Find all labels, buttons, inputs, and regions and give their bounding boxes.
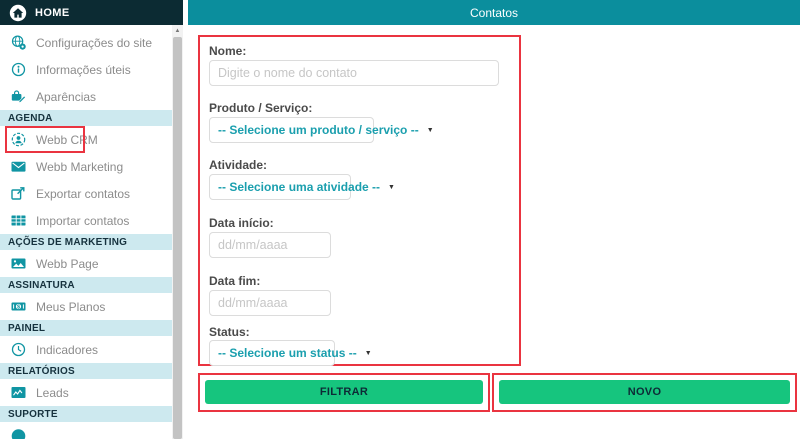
filtrar-highlight-box: FILTRAR: [198, 373, 490, 412]
globe-gear-icon: [10, 34, 27, 51]
sidebar-item-configuracoes[interactable]: Configurações do site: [0, 29, 172, 56]
money-icon: $: [10, 298, 27, 315]
sidebar-item-label: Informações úteis: [36, 63, 131, 77]
sidebar-item-webb-crm[interactable]: Webb CRM: [0, 126, 172, 153]
sidebar-item-informacoes[interactable]: Informações úteis: [0, 56, 172, 83]
sidebar-scrollbar[interactable]: ▲: [172, 25, 183, 439]
circle-icon: [10, 427, 27, 439]
sidebar-header: HOME: [0, 0, 183, 25]
sidebar-item-partial-bottom[interactable]: [0, 422, 172, 439]
sidebar-item-label: Exportar contatos: [36, 187, 130, 201]
home-icon[interactable]: [9, 4, 27, 22]
table-icon: [10, 212, 27, 229]
sidebar-item-leads[interactable]: Leads: [0, 379, 172, 406]
chart-icon: [10, 384, 27, 401]
sidebar-section-acoes-de-marketing: AÇÕES DE MARKETING: [0, 234, 172, 250]
status-label: Status:: [209, 325, 250, 339]
export-icon: [10, 185, 27, 202]
clock-icon: [10, 341, 27, 358]
data-inicio-label: Data início:: [209, 216, 274, 230]
nome-label: Nome:: [209, 44, 246, 58]
filtrar-button[interactable]: FILTRAR: [205, 380, 483, 404]
sidebar-item-label: Webb Page: [36, 257, 99, 271]
atividade-select[interactable]: -- Selecione uma atividade -- ▼: [209, 174, 351, 200]
novo-button[interactable]: NOVO: [499, 380, 790, 404]
sidebar-item-label: Configurações do site: [36, 36, 152, 50]
data-inicio-input[interactable]: [209, 232, 331, 258]
sidebar-item-webb-page[interactable]: Webb Page: [0, 250, 172, 277]
data-fim-input[interactable]: [209, 290, 331, 316]
sidebar-item-aparencias[interactable]: Aparências: [0, 83, 172, 110]
atividade-label: Atividade:: [209, 158, 267, 172]
info-icon: [10, 61, 27, 78]
sidebar-item-label: Aparências: [36, 90, 96, 104]
chevron-down-icon: ▼: [380, 184, 395, 191]
user-circle-icon: [10, 131, 27, 148]
envelope-icon: [10, 158, 27, 175]
filter-form-highlight-box: Nome: Produto / Serviço: -- Selecione um…: [198, 35, 521, 366]
data-fim-label: Data fim:: [209, 274, 260, 288]
status-select[interactable]: -- Selecione um status -- ▼: [209, 340, 335, 366]
sidebar-item-exportar-contatos[interactable]: Exportar contatos: [0, 180, 172, 207]
paint-icon: [10, 88, 27, 105]
produto-servico-select[interactable]: -- Selecione um produto / serviço -- ▼: [209, 117, 374, 143]
sidebar-item-label: Importar contatos: [36, 214, 129, 228]
atividade-selected-value: -- Selecione uma atividade --: [218, 180, 380, 194]
sidebar-section-suporte: SUPORTE: [0, 406, 172, 422]
scrollbar-up-arrow-icon[interactable]: ▲: [172, 25, 183, 37]
nome-input[interactable]: [209, 60, 499, 86]
sidebar-item-webb-marketing[interactable]: Webb Marketing: [0, 153, 172, 180]
sidebar-header-title: HOME: [35, 7, 70, 19]
sidebar-item-label: Indicadores: [36, 343, 98, 357]
status-selected-value: -- Selecione um status --: [218, 346, 357, 360]
novo-highlight-box: NOVO: [492, 373, 797, 412]
chevron-down-icon: ▼: [419, 127, 434, 134]
sidebar-section-painel: PAINEL: [0, 320, 172, 336]
sidebar-item-label: Meus Planos: [36, 300, 105, 314]
scrollbar-thumb[interactable]: [173, 37, 182, 439]
sidebar-item-importar-contatos[interactable]: Importar contatos: [0, 207, 172, 234]
page-title: Contatos: [470, 6, 518, 20]
sidebar-item-label: Webb Marketing: [36, 160, 123, 174]
image-icon: [10, 255, 27, 272]
sidebar-section-agenda: AGENDA: [0, 110, 172, 126]
chevron-down-icon: ▼: [357, 350, 372, 357]
sidebar-section-assinatura: ASSINATURA: [0, 277, 172, 293]
sidebar-item-meus-planos[interactable]: $ Meus Planos: [0, 293, 172, 320]
page-title-bar: Contatos: [188, 0, 800, 25]
sidebar-item-label: Leads: [36, 386, 69, 400]
produto-servico-selected-value: -- Selecione um produto / serviço --: [218, 123, 419, 137]
sidebar: Configurações do site Informações úteis …: [0, 25, 172, 439]
produto-servico-label: Produto / Serviço:: [209, 101, 312, 115]
sidebar-item-label: Webb CRM: [36, 133, 98, 147]
svg-text:$: $: [17, 304, 20, 310]
sidebar-section-relatorios: RELATÓRIOS: [0, 363, 172, 379]
sidebar-item-indicadores[interactable]: Indicadores: [0, 336, 172, 363]
